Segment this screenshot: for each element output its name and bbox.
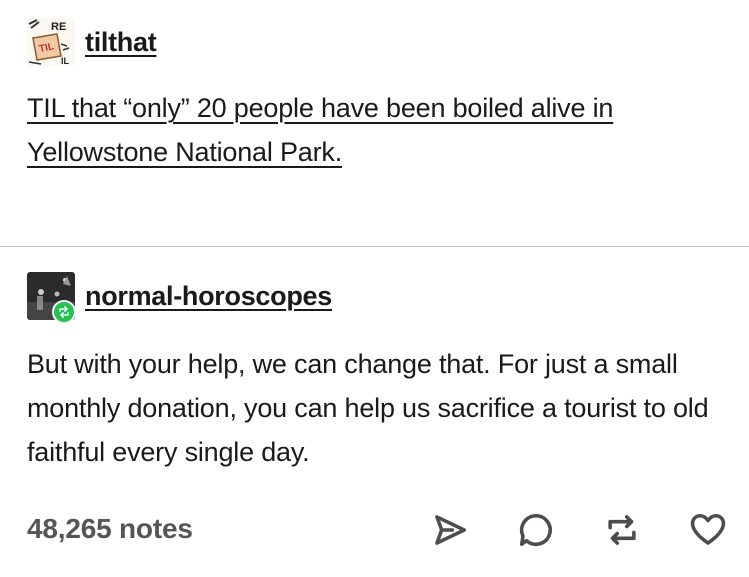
reblog-text: But with your help, we can change that. … bbox=[27, 349, 709, 467]
share-icon[interactable] bbox=[429, 509, 471, 551]
like-icon[interactable] bbox=[687, 509, 729, 551]
original-post-text[interactable]: TIL that “only” 20 people have been boil… bbox=[27, 86, 717, 174]
logo-letters-il: IL bbox=[61, 56, 70, 66]
post-actions bbox=[385, 509, 729, 551]
reblog-badge-icon bbox=[52, 300, 76, 324]
reply-icon-graphic bbox=[519, 513, 552, 547]
night-sky-photo-icon[interactable] bbox=[27, 272, 76, 324]
reblog-username[interactable]: normal-horoscopes bbox=[85, 281, 332, 312]
reblog-icon-graphic bbox=[608, 515, 636, 545]
post-footer: 48,265 notes bbox=[27, 505, 729, 555]
reply-icon[interactable] bbox=[515, 509, 557, 551]
til-logo-icon[interactable]: RE TIL IL bbox=[27, 18, 75, 66]
post-divider bbox=[0, 246, 749, 247]
like-icon-graphic bbox=[690, 513, 726, 545]
original-post-header: RE TIL IL tilthat bbox=[27, 18, 157, 66]
reblog-header: normal-horoscopes bbox=[27, 272, 332, 324]
logo-letters-re: RE bbox=[51, 21, 66, 33]
share-icon-graphic bbox=[435, 515, 467, 545]
reblog-icon[interactable] bbox=[601, 509, 643, 551]
notes-count[interactable]: 48,265 notes bbox=[27, 513, 193, 545]
reblog-badge-arrows bbox=[59, 306, 69, 318]
til-logo-graphic: RE TIL IL bbox=[27, 18, 75, 66]
original-post-username[interactable]: tilthat bbox=[85, 27, 157, 58]
